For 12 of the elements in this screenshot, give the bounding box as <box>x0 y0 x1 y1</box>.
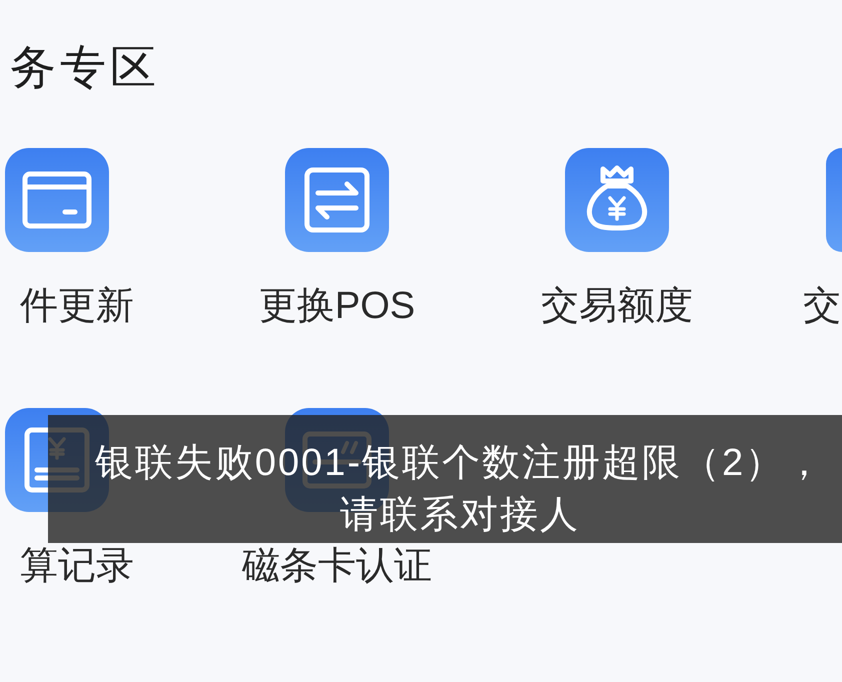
service-label[interactable]: 算记录 <box>20 544 134 588</box>
service-label[interactable]: 交 <box>803 284 841 328</box>
card-icon[interactable] <box>5 148 109 252</box>
service-label[interactable]: 更换POS <box>258 284 416 328</box>
service-label[interactable]: 磁条卡认证 <box>242 544 432 588</box>
service-label[interactable]: 交易额度 <box>541 284 693 328</box>
error-toast: 银联失败0001-银联个数注册超限（2），请联系对接人 <box>48 415 842 543</box>
money-bag-icon[interactable] <box>565 148 669 252</box>
partial-tile-icon[interactable] <box>826 148 842 252</box>
service-label[interactable]: 件更新 <box>20 284 134 328</box>
swap-arrows-icon[interactable] <box>285 148 389 252</box>
section-title: 务专区 <box>9 40 161 94</box>
